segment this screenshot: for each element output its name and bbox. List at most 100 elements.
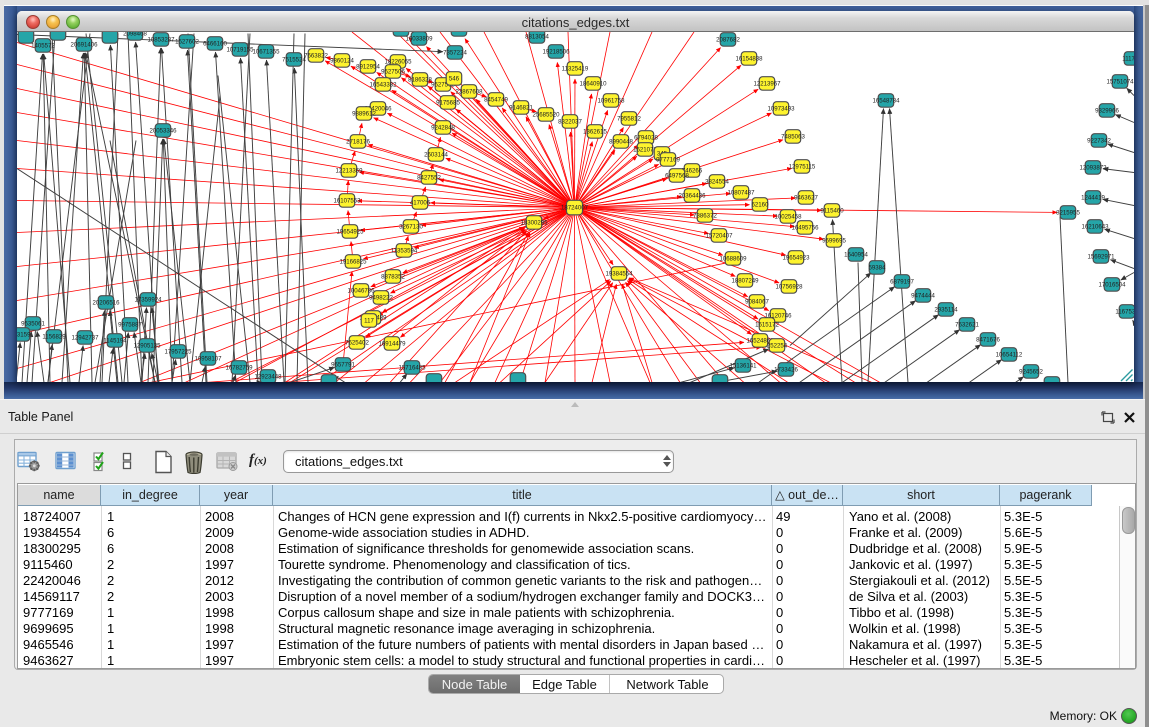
svg-text:9242848: 9242848: [431, 124, 455, 131]
svg-text:16548784: 16548784: [872, 97, 900, 104]
svg-text:1156829: 1156829: [42, 333, 66, 340]
svg-text:11353594: 11353594: [391, 247, 418, 254]
svg-text:17359924: 17359924: [134, 296, 162, 303]
svg-text:15692971: 15692971: [1087, 253, 1115, 260]
svg-text:9535061: 9535061: [21, 320, 45, 327]
svg-text:19166825: 19166825: [339, 258, 367, 265]
svg-text:12213967: 12213967: [753, 80, 781, 87]
svg-text:10756928: 10756928: [775, 283, 803, 290]
svg-text:9527506: 9527506: [381, 68, 405, 75]
svg-text:20206516: 20206516: [92, 299, 120, 306]
svg-text:15720407: 15720407: [705, 232, 733, 239]
svg-text:8912954: 8912954: [356, 63, 380, 70]
svg-text:7663822: 7663822: [304, 52, 328, 59]
svg-text:19384554: 19384554: [605, 270, 633, 277]
svg-text:12975115: 12975115: [789, 163, 816, 170]
svg-text:11325419: 11325419: [562, 65, 589, 72]
svg-text:9245652: 9245652: [1019, 368, 1043, 375]
svg-text:10688609: 10688609: [719, 255, 747, 262]
svg-text:8471676: 8471676: [976, 336, 1000, 343]
svg-text:546: 546: [449, 75, 460, 82]
svg-text:7625402: 7625402: [345, 339, 369, 346]
svg-text:10654112: 10654112: [996, 351, 1023, 358]
svg-text:7632621: 7632621: [955, 321, 979, 328]
svg-text:8878352: 8878352: [381, 273, 405, 280]
svg-text:18724007: 18724007: [561, 204, 589, 211]
svg-text:20364436: 20364436: [678, 192, 706, 199]
svg-text:6497568: 6497568: [665, 172, 689, 179]
svg-text:10671355: 10671355: [252, 48, 280, 55]
svg-text:8186328: 8186328: [408, 76, 432, 83]
svg-text:16107553: 16107553: [333, 197, 361, 204]
svg-text:8990448: 8990448: [609, 138, 633, 145]
svg-text:10807487: 10807487: [727, 189, 755, 196]
svg-text:10853287: 10853287: [147, 36, 175, 43]
svg-text:9115460: 9115460: [820, 207, 844, 214]
svg-text:12905135: 12905135: [133, 342, 161, 349]
svg-text:19654923: 19654923: [782, 254, 810, 261]
svg-text:117: 117: [364, 317, 374, 324]
svg-text:10958107: 10958107: [194, 355, 222, 362]
svg-text:2718176: 2718176: [346, 138, 370, 145]
svg-text:1167533: 1167533: [1115, 308, 1134, 315]
svg-text:16495756: 16495756: [791, 224, 819, 231]
svg-text:25685520: 25685520: [532, 111, 560, 118]
svg-text:17016504: 17016504: [1098, 281, 1126, 288]
svg-text:9329966: 9329966: [1095, 107, 1119, 114]
svg-text:6879197: 6879197: [890, 278, 914, 285]
svg-text:1733426: 1733426: [774, 366, 798, 373]
svg-text:8322037: 8322037: [558, 118, 582, 125]
svg-text:252254: 252254: [767, 342, 788, 349]
svg-text:10025458: 10025458: [774, 213, 802, 220]
svg-text:9777169: 9777169: [656, 156, 680, 163]
svg-text:7955812: 7955812: [617, 115, 641, 122]
svg-text:8427552: 8427552: [417, 174, 441, 181]
svg-text:8454749: 8454749: [484, 96, 508, 103]
svg-text:9975887: 9975887: [118, 321, 142, 328]
svg-text:16543382: 16543382: [369, 81, 397, 88]
svg-text:23867608: 23867608: [455, 88, 483, 95]
svg-text:16782759: 16782759: [225, 364, 253, 371]
svg-text:16210643: 16210643: [1081, 223, 1109, 230]
svg-text:12923448: 12923448: [254, 373, 282, 380]
svg-text:20691406: 20691406: [70, 41, 98, 48]
svg-text:12093872: 12093872: [1079, 164, 1107, 171]
svg-text:15751074: 15751074: [1106, 78, 1134, 85]
svg-text:2603144: 2603144: [424, 151, 448, 158]
svg-text:7386372: 7386372: [693, 212, 717, 219]
svg-text:16154838: 16154838: [735, 55, 763, 62]
svg-text:3824554: 3824554: [705, 178, 729, 185]
svg-text:9084067: 9084067: [745, 298, 769, 305]
svg-text:17957225: 17957225: [164, 348, 192, 355]
svg-text:417006: 417006: [410, 199, 431, 206]
svg-text:6794028: 6794028: [634, 134, 658, 141]
svg-text:20053346: 20053346: [149, 127, 177, 134]
svg-text:1244419: 1244419: [1081, 194, 1105, 201]
svg-text:8215955: 8215955: [1056, 209, 1080, 216]
svg-text:19654925: 19654925: [336, 228, 364, 235]
svg-text:15136141: 15136141: [729, 362, 757, 369]
svg-text:9889612: 9889612: [352, 110, 376, 117]
svg-text:16914479: 16914479: [378, 340, 406, 347]
svg-text:2087682: 2087682: [716, 36, 740, 43]
svg-text:6466160: 6466160: [203, 40, 227, 47]
svg-text:9860124: 9860124: [330, 57, 354, 64]
svg-text:7485063: 7485063: [781, 133, 805, 140]
svg-text:3267130: 3267130: [399, 223, 423, 230]
svg-text:10961758: 10961758: [597, 97, 625, 104]
svg-text:2935114: 2935114: [934, 306, 958, 313]
svg-text:7357224: 7357224: [443, 49, 467, 56]
svg-text:1145194: 1145194: [103, 337, 127, 344]
svg-text:1362615: 1362615: [583, 128, 607, 135]
svg-text:10973493: 10973493: [767, 105, 795, 112]
svg-text:9657791: 9657791: [331, 361, 355, 368]
svg-text:16033809: 16033809: [405, 35, 433, 42]
svg-text:9699695: 9699695: [822, 237, 846, 244]
svg-text:9175685: 9175685: [436, 99, 460, 106]
svg-text:8813054: 8813054: [525, 33, 549, 40]
svg-text:12213369: 12213369: [335, 167, 363, 174]
svg-text:1615172: 1615172: [755, 321, 779, 328]
svg-text:1640954: 1640954: [844, 251, 868, 258]
svg-text:9463627: 9463627: [794, 194, 818, 201]
svg-text:10719155: 10719155: [226, 46, 254, 53]
